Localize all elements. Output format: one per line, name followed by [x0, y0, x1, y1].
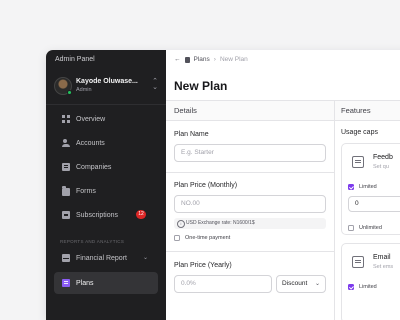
unlimited-checkbox[interactable]: Unlimited [348, 225, 382, 231]
card-subtitle: Set ems [373, 264, 394, 270]
chevron-down-icon: ⌄ [142, 255, 148, 261]
checkbox-label: Limited [359, 284, 377, 290]
limited-checkbox[interactable]: Limited [348, 184, 377, 190]
field-divider [166, 251, 334, 252]
checkbox-checked[interactable] [348, 184, 354, 190]
usage-caps-label: Usage caps [341, 129, 378, 136]
building-icon [62, 163, 70, 171]
checkbox-label: Unlimited [359, 225, 382, 231]
inbox-icon [62, 211, 70, 219]
price-monthly-input[interactable]: NO.00 [174, 195, 326, 213]
sidebar-item-forms[interactable]: Forms [54, 180, 158, 202]
details-section: Details Plan Name E.g. Starter Plan Pric… [166, 101, 334, 320]
checkbox-checked[interactable] [348, 284, 354, 290]
user-name: Kayode Oluwase... [76, 78, 138, 85]
panel-title: Admin Panel [55, 56, 95, 63]
exchange-rate-note: USD Exchange rate: N1600/1$ [174, 218, 326, 229]
checkbox-label: Limited [359, 184, 377, 190]
grid-icon [62, 115, 70, 123]
plan-name-label: Plan Name [174, 131, 209, 138]
checkbox[interactable] [174, 235, 180, 241]
plans-icon [62, 279, 70, 287]
folder-icon [62, 186, 70, 196]
limit-input[interactable]: 0 [348, 196, 400, 212]
card-title: Email [373, 254, 391, 261]
plan-name-input[interactable]: E.g. Starter [174, 144, 326, 162]
sidebar-item-label: Subscriptions [76, 211, 119, 219]
breadcrumb: ← Plans › New Plan [174, 56, 248, 63]
chevron-updown-icon: ⌃ ⌄ [152, 78, 158, 91]
checkbox[interactable] [348, 225, 354, 231]
limited-checkbox[interactable]: Limited [348, 284, 377, 290]
report-icon [62, 254, 70, 262]
back-arrow-icon[interactable]: ← [174, 56, 181, 63]
online-status-dot [67, 90, 72, 95]
sidebar-divider [46, 104, 166, 105]
chevron-right-icon: › [213, 56, 216, 63]
price-yearly-label: Plan Price (Yearly) [174, 262, 232, 269]
sidebar-item-label: Forms [76, 187, 96, 195]
sidebar-item-label: Accounts [76, 139, 105, 147]
details-heading: Details [166, 101, 334, 121]
card-subtitle: Set qu [373, 164, 389, 170]
sidebar-item-accounts[interactable]: Accounts [54, 132, 158, 154]
field-divider [166, 172, 334, 173]
one-time-payment-checkbox[interactable]: One-time payment [174, 235, 230, 241]
app-window: Admin Panel Kayode Oluwase... Admin ⌃ ⌄ O… [46, 50, 400, 320]
sidebar-item-companies[interactable]: Companies [54, 156, 158, 178]
features-heading: Features [335, 101, 400, 121]
checkbox-label: One-time payment [185, 235, 231, 241]
feedback-icon [352, 156, 364, 168]
sidebar-item-label: Overview [76, 115, 106, 123]
main-content: ← Plans › New Plan New Plan Details Plan… [166, 50, 400, 320]
sidebar-item-label: Financial Report [76, 254, 127, 262]
chevron-down-icon: ⌄ [314, 281, 320, 287]
email-icon [352, 256, 364, 268]
feature-card-email: Email Set ems Limited [341, 243, 400, 320]
discount-select[interactable]: Discount ⌄ [276, 275, 326, 293]
sidebar-item-subscriptions[interactable]: Subscriptions 12 [54, 204, 158, 226]
features-section: Features Usage caps Feedb Set qu Limited… [335, 101, 400, 320]
sidebar-item-label: Companies [76, 163, 112, 171]
user-role: Admin [76, 87, 92, 93]
sidebar-item-overview[interactable]: Overview [54, 108, 158, 130]
sidebar-item-financial-report[interactable]: Financial Report ⌄ [54, 247, 158, 269]
breadcrumb-current: New Plan [219, 56, 248, 63]
discount-select-value: Discount [282, 280, 308, 287]
document-icon [184, 56, 190, 63]
users-icon [62, 139, 70, 147]
price-monthly-label: Plan Price (Monthly) [174, 182, 238, 189]
sidebar: Admin Panel Kayode Oluwase... Admin ⌃ ⌄ O… [46, 50, 166, 320]
price-yearly-input[interactable]: 0.0% [174, 275, 272, 293]
notification-badge: 12 [136, 210, 146, 219]
section-label: REPORTS AND ANALYTICS [60, 239, 125, 244]
sidebar-item-label: Plans [76, 279, 94, 287]
sidebar-item-plans[interactable]: Plans [54, 272, 158, 294]
page-title: New Plan [174, 79, 228, 93]
user-switcher[interactable]: Kayode Oluwase... Admin ⌃ ⌄ [54, 75, 158, 97]
card-title: Feedb [373, 154, 393, 161]
feature-card-feedback: Feedb Set qu Limited 0 Unlimited [341, 143, 400, 235]
breadcrumb-parent[interactable]: Plans [194, 56, 210, 63]
